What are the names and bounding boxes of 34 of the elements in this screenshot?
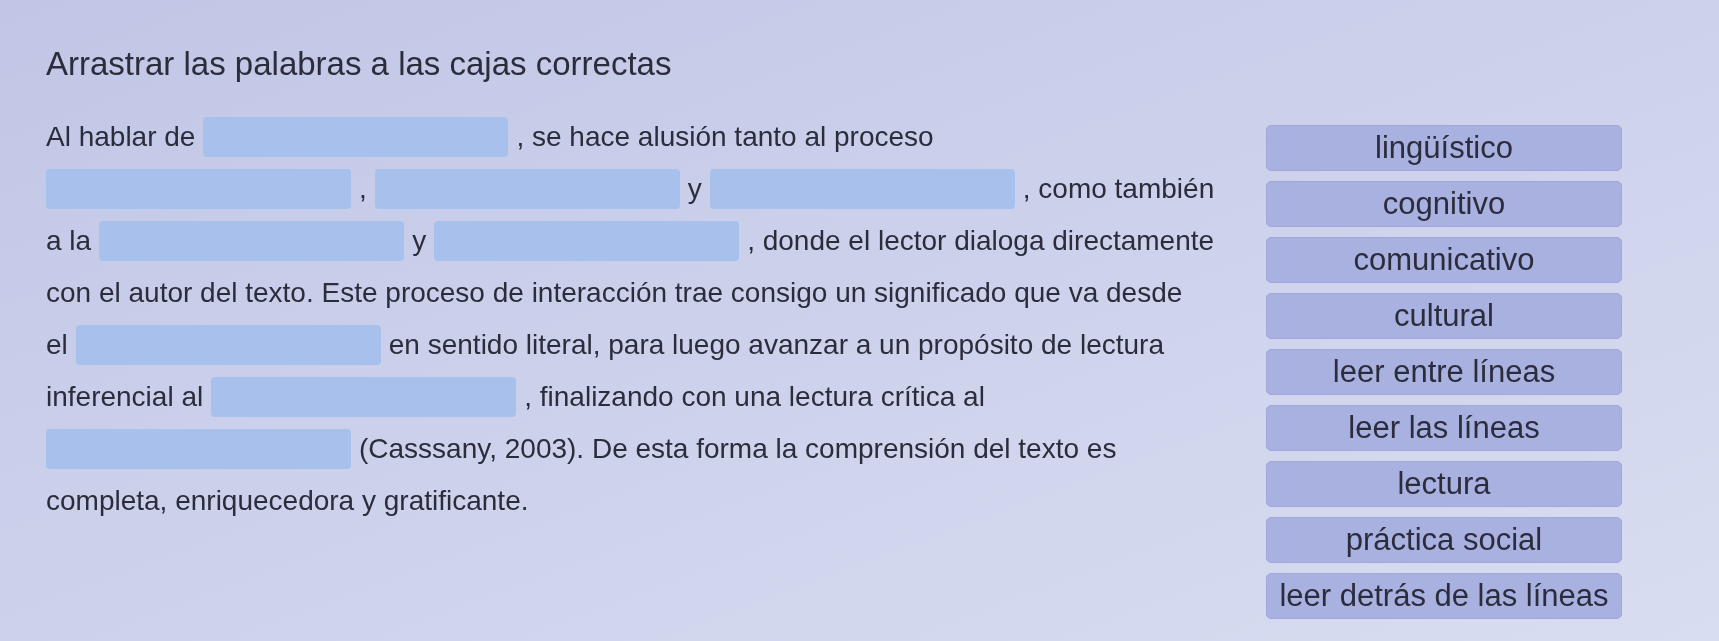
passage-text: y	[412, 224, 427, 258]
passage-text: , como también	[1022, 172, 1215, 206]
exercise-title: Arrastrar las palabras a las cajas correctas	[46, 44, 672, 84]
word-tile[interactable]: lectura	[1266, 461, 1622, 507]
passage-text: Al hablar de	[46, 120, 196, 154]
passage-text: (Casssany, 2003). De esta forma la comprensión del texto es	[359, 432, 1117, 466]
passage-text: inferencial al	[46, 380, 204, 414]
word-tile[interactable]: leer entre líneas	[1266, 349, 1622, 395]
passage-text: a la	[46, 224, 92, 258]
answer-box[interactable]	[211, 377, 517, 417]
word-tile[interactable]: comunicativo	[1266, 237, 1622, 283]
answer-box[interactable]	[203, 117, 509, 157]
answer-box[interactable]	[46, 169, 351, 209]
passage-text: en sentido literal, para luego avanzar a un propósito de lectura	[388, 328, 1164, 362]
answer-box[interactable]	[46, 429, 351, 469]
word-tile[interactable]: cultural	[1266, 293, 1622, 339]
answer-box[interactable]	[99, 221, 405, 261]
passage-text: con el autor del texto. Este proceso de interacción trae consigo un significado que va desde	[46, 276, 1183, 310]
answer-box[interactable]	[374, 169, 680, 209]
word-tile[interactable]: práctica social	[1266, 517, 1622, 563]
passage-text: , finalizando con una lectura crítica al	[524, 380, 985, 414]
answer-box[interactable]	[75, 325, 381, 365]
word-tile[interactable]: leer detrás de las líneas	[1266, 573, 1622, 619]
passage-text: , se hace alusión tanto al proceso	[516, 120, 934, 154]
passage-text: el	[46, 328, 68, 362]
word-tile[interactable]: lingüístico	[1266, 125, 1622, 171]
answer-box[interactable]	[434, 221, 740, 261]
answer-box[interactable]	[709, 169, 1015, 209]
word-tile[interactable]: leer las líneas	[1266, 405, 1622, 451]
passage-text: ,	[359, 172, 367, 206]
passage-text: y	[687, 172, 702, 206]
word-tile[interactable]: cognitivo	[1266, 181, 1622, 227]
passage-text: , donde el lector dialoga directamente	[747, 224, 1215, 258]
passage-text: completa, enriquecedora y gratificante.	[46, 484, 529, 518]
